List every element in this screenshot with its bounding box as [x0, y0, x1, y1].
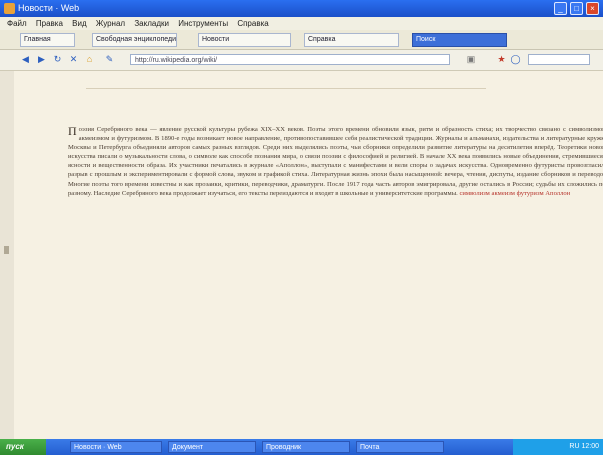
- article-link[interactable]: символизм: [459, 190, 489, 197]
- page-content: П оэзия Серебряного века — явление русск…: [14, 71, 603, 439]
- navigation-toolbar: ◀ ▶ ↻ ✕ ⌂ ✎ http://ru.wikipedia.org/wiki…: [0, 50, 603, 71]
- go-icon[interactable]: ▣: [458, 54, 484, 65]
- menu-edit[interactable]: Правка: [36, 17, 63, 30]
- bookmark-item[interactable]: Справка: [304, 33, 399, 47]
- taskbar-item[interactable]: Проводник: [262, 441, 350, 453]
- bookmark-star-icon[interactable]: ★: [496, 54, 507, 65]
- taskbar-item[interactable]: Новости · Web: [70, 441, 162, 453]
- menu-view[interactable]: Вид: [72, 17, 86, 30]
- stop-icon[interactable]: ✕: [68, 54, 79, 65]
- taskbar: пуск Новости · Web Документ Проводник По…: [0, 439, 603, 455]
- back-icon[interactable]: ◀: [20, 54, 31, 65]
- home-icon[interactable]: ⌂: [84, 54, 95, 65]
- sidebar-handle[interactable]: [4, 246, 9, 254]
- search-engine-icon[interactable]: ◯: [510, 54, 521, 65]
- edit-icon[interactable]: ✎: [104, 54, 115, 65]
- drop-cap: П: [68, 124, 77, 138]
- bookmark-item[interactable]: Свободная энциклопедия: [92, 33, 177, 47]
- maximize-button[interactable]: □: [570, 2, 583, 15]
- menu-bookmarks[interactable]: Закладки: [134, 17, 169, 30]
- article-body: оэзия Серебряного века — явление русской…: [68, 126, 603, 197]
- reload-icon[interactable]: ↻: [52, 54, 63, 65]
- search-input[interactable]: [528, 54, 590, 65]
- article-link[interactable]: Аполлон: [545, 190, 570, 197]
- window-title: Новости · Web: [18, 3, 80, 13]
- forward-icon[interactable]: ▶: [36, 54, 47, 65]
- menu-history[interactable]: Журнал: [96, 17, 125, 30]
- start-button[interactable]: пуск: [0, 439, 46, 455]
- article-link[interactable]: футуризм: [517, 190, 544, 197]
- bookmark-item[interactable]: Новости: [198, 33, 291, 47]
- minimize-button[interactable]: _: [554, 2, 567, 15]
- menu-bar: Файл Правка Вид Журнал Закладки Инструме…: [0, 17, 603, 30]
- bookmarks-toolbar: Главная Свободная энциклопедия Новости С…: [0, 30, 603, 50]
- divider: [86, 88, 486, 89]
- browser-icon: [4, 3, 15, 14]
- system-tray-clock: RU 12:00: [513, 439, 603, 455]
- close-button[interactable]: ×: [586, 2, 599, 15]
- window-titlebar: Новости · Web _ □ ×: [0, 0, 603, 17]
- bookmark-item[interactable]: Главная: [20, 33, 75, 47]
- taskbar-item[interactable]: Документ: [168, 441, 256, 453]
- taskbar-item[interactable]: Почта: [356, 441, 444, 453]
- article-text: П оэзия Серебряного века — явление русск…: [68, 125, 603, 198]
- menu-help[interactable]: Справка: [237, 17, 268, 30]
- article-link[interactable]: акмеизм: [492, 190, 515, 197]
- bookmark-item-selected[interactable]: Поиск: [412, 33, 507, 47]
- menu-tools[interactable]: Инструменты: [178, 17, 228, 30]
- address-input[interactable]: http://ru.wikipedia.org/wiki/: [130, 54, 450, 65]
- menu-file[interactable]: Файл: [7, 17, 27, 30]
